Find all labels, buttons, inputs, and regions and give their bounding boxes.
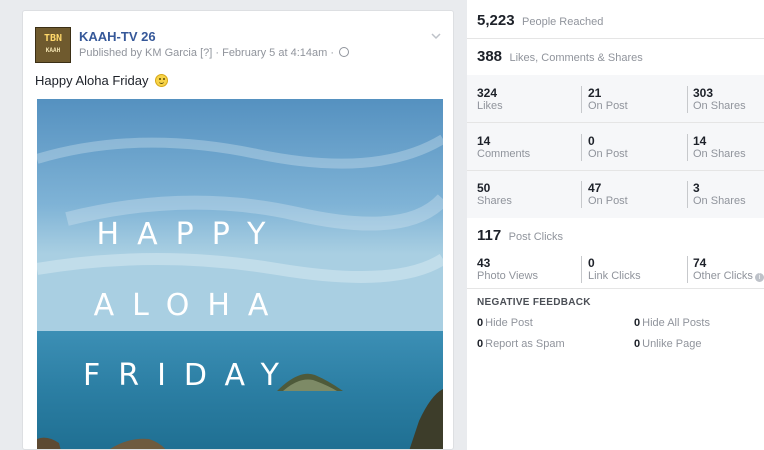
other-clicks-label: Other Clicks [693, 270, 753, 282]
page-name-link[interactable]: KAAH-TV 26 [79, 29, 156, 44]
negative-item: 0 Unlike Page [634, 338, 701, 350]
clicks-value: 117 [477, 227, 502, 244]
negative-value: 0 [634, 338, 641, 350]
post-header: TBN KAAH KAAH-TV 26 Published by KM Garc… [35, 27, 441, 63]
stat-label: On Post [588, 148, 628, 160]
post-date[interactable]: February 5 at 4:14am [222, 47, 327, 59]
negative-item: 0 Hide Post [477, 317, 533, 329]
avatar-subtext: KAAH [45, 47, 61, 54]
click-label: Link Clicks [588, 270, 641, 282]
meta-separator: · [215, 47, 220, 59]
cell-divider [687, 256, 688, 283]
cell-divider [581, 181, 582, 208]
divider [467, 38, 764, 39]
published-by[interactable]: Published by KM Garcia [79, 47, 197, 59]
stat-label: On Post [588, 100, 628, 112]
stat-value: 14 [693, 134, 707, 148]
stat-cell: 14 On Shares [693, 134, 746, 161]
stat-label: On Shares [693, 148, 746, 160]
click-value: 43 [477, 256, 491, 270]
clicks-label: Post Clicks [508, 231, 564, 243]
click-cell: 74 Other Clicks i [693, 256, 764, 283]
post-text: Happy Aloha Friday [35, 73, 169, 88]
stat-cell: 14 Comments [477, 134, 530, 161]
negative-feedback-title: NEGATIVE FEEDBACK [477, 297, 591, 308]
image-word: ALOHA [93, 288, 287, 323]
stat-value: 303 [693, 86, 714, 100]
stat-value: 0 [588, 134, 595, 148]
divider [467, 288, 764, 289]
negative-value: 0 [477, 338, 484, 350]
page-avatar[interactable]: TBN KAAH [35, 27, 71, 63]
engagement-total: 388 Likes, Comments & Shares [477, 48, 643, 66]
click-value: 0 [588, 256, 595, 270]
stat-label: Comments [477, 148, 531, 160]
stat-value: 47 [588, 181, 602, 195]
divider [467, 122, 764, 123]
help-marker[interactable]: [?] [200, 47, 212, 59]
negative-item: 0 Report as Spam [477, 338, 565, 350]
click-value: 74 [693, 256, 707, 270]
stat-label: On Post [588, 195, 628, 207]
negative-label: Report as Spam [485, 338, 565, 350]
click-label: Other Clicks i [693, 270, 764, 283]
cell-divider [687, 134, 688, 161]
post-message: Happy Aloha Friday [35, 73, 149, 88]
stat-value: 50 [477, 181, 491, 195]
reach-value: 5,223 [477, 12, 515, 29]
negative-label: Unlike Page [642, 338, 702, 350]
post-meta: Published by KM Garcia [?] · February 5 … [79, 47, 350, 59]
stat-cell: 50 Shares [477, 181, 512, 208]
stat-cell: 21 On Post [588, 86, 628, 113]
negative-label: Hide All Posts [642, 317, 710, 329]
divider [467, 170, 764, 171]
click-label: Photo Views [477, 270, 538, 282]
stat-cell: 324 Likes [477, 86, 503, 113]
image-word: HAPPY [96, 217, 284, 252]
post-card: TBN KAAH KAAH-TV 26 Published by KM Garc… [22, 10, 454, 450]
cell-divider [687, 86, 688, 113]
stat-cell: 47 On Post [588, 181, 628, 208]
stat-label: On Shares [693, 195, 746, 207]
chevron-down-icon[interactable] [431, 31, 441, 41]
negative-value: 0 [634, 317, 641, 329]
post-image[interactable]: HAPPY ALOHA FRIDAY [37, 99, 443, 449]
post-clicks-total: 117 Post Clicks [477, 227, 563, 245]
stat-value: 14 [477, 134, 491, 148]
image-word: FRIDAY [82, 358, 298, 393]
globe-icon[interactable] [339, 47, 350, 57]
negative-label: Hide Post [485, 317, 533, 329]
stat-cell: 303 On Shares [693, 86, 746, 113]
cell-divider [581, 86, 582, 113]
insights-panel: 5,223 People Reached 388 Likes, Comments… [467, 0, 764, 450]
stat-value: 324 [477, 86, 498, 100]
reach-label: People Reached [522, 16, 604, 28]
negative-item: 0 Hide All Posts [634, 317, 710, 329]
negative-value: 0 [477, 317, 484, 329]
stat-cell: 0 On Post [588, 134, 628, 161]
stat-label: Shares [477, 195, 512, 207]
ocean-scene [37, 99, 443, 449]
avatar-text: TBN [43, 33, 63, 44]
cell-divider [581, 134, 582, 161]
stat-value: 21 [588, 86, 602, 100]
click-cell: 43 Photo Views [477, 256, 538, 283]
meta-separator: · [330, 47, 334, 59]
people-reached: 5,223 People Reached [477, 12, 603, 30]
cell-divider [581, 256, 582, 283]
stat-cell: 3 On Shares [693, 181, 746, 208]
stat-label: On Shares [693, 100, 746, 112]
smiley-emoji-icon [155, 74, 169, 87]
info-icon[interactable]: i [754, 273, 764, 282]
engagement-breakdown: 324 Likes 21 On Post 303 On Shares 14 Co… [467, 75, 764, 218]
cell-divider [687, 181, 688, 208]
engagement-label: Likes, Comments & Shares [509, 52, 643, 64]
stat-label: Likes [477, 100, 503, 112]
click-cell: 0 Link Clicks [588, 256, 641, 283]
engagement-value: 388 [477, 48, 503, 65]
stat-value: 3 [693, 181, 700, 195]
